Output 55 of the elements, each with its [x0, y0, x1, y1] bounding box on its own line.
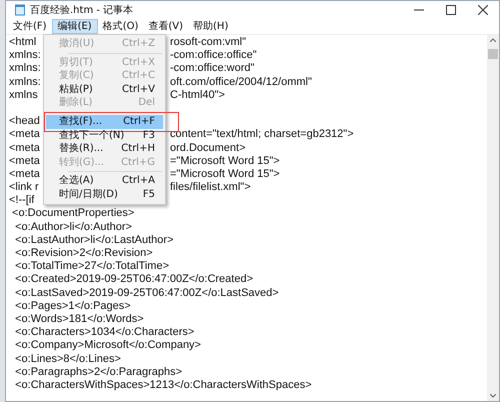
menu-item[interactable]: 帮助(H) [188, 19, 234, 34]
window-title: 百度经验.htm - 记事本 [30, 4, 134, 17]
code-text: <o:Words>181</o:Words> [14, 312, 144, 325]
code-text: <head [9, 115, 40, 128]
scroll-up-icon[interactable] [490, 38, 496, 42]
code-text: <meta [9, 142, 40, 154]
menu-item[interactable]: 编辑(E) [52, 19, 98, 34]
code-text: <meta [9, 168, 40, 180]
menu-item[interactable]: 替换(R)... Ctrl+H [46, 142, 163, 156]
code-text: C-html40"> [170, 88, 225, 102]
code-text: <link r [9, 181, 39, 194]
code-text: -com:office:office" [170, 49, 257, 62]
code-text: <o:Author>li</o:Author> [14, 220, 132, 233]
code-text: <o:DocumentProperties> [11, 207, 134, 220]
code-text: <o:TotalTime>27</o:TotalTime> [14, 260, 169, 272]
code-text: rosoft-com:vml" [170, 36, 246, 50]
scrollbar[interactable] [487, 35, 499, 401]
code-text: <o:CharactersWithSpaces>1213</o:CharactersWithSpaces> [14, 378, 312, 391]
menu-item[interactable]: 全选(A) Ctrl+A [46, 174, 163, 188]
code-text: files/filelist.xml"> [170, 181, 251, 194]
code-text: <meta [9, 154, 40, 167]
code-text: <o:Lines>8</o:Lines> [14, 352, 121, 364]
code-text: ="Microsoft Word 15"> [170, 154, 280, 168]
code-text: <o:Company>Microsoft</o:Company> [14, 339, 201, 352]
menu-item[interactable]: 时间/日期(D) F5 [46, 188, 163, 202]
code-text: xmlns [9, 88, 38, 101]
code-text: xmlns: [9, 62, 41, 74]
code-text: xmlns: [9, 76, 41, 88]
code-text: ="Microsoft Word 15"> [170, 168, 280, 182]
close-icon [478, 5, 488, 15]
code-text: <html [9, 36, 36, 48]
menu-item[interactable]: 格式(O) [98, 19, 144, 34]
menu-item[interactable]: 文件(F) [8, 19, 52, 34]
code-text: <o:Characters>1034</o:Characters> [14, 326, 194, 338]
code-text: ord.Document> [170, 142, 246, 155]
code-text: content="text/html; charset=gb2312"> [170, 128, 354, 142]
code-text: <o:Revision>2</o:Revision> [14, 247, 153, 259]
menu-item[interactable]: 查看(V) [143, 19, 188, 34]
code-text: <o:Paragraphs>2</o:Paragraphs> [14, 366, 182, 378]
code-text: <!--[if [9, 194, 34, 206]
code-text: <o:LastAuthor>li</o:LastAuthor> [14, 234, 174, 246]
code-text: oft.com/office/2004/12/omml" [170, 76, 312, 89]
scroll-thumb[interactable] [488, 49, 498, 59]
maximize-icon [446, 5, 456, 15]
code-text: <o:Created>2019-09-25T06:47:00Z</o:Created> [14, 273, 254, 286]
notepad-icon [14, 4, 26, 16]
code-text: <meta [9, 128, 40, 140]
menu-item[interactable]: 查找(F)... Ctrl+F [46, 114, 163, 129]
scroll-down-icon[interactable] [490, 394, 496, 398]
menu-item[interactable]: 查找下一个(N) F3 [46, 128, 163, 142]
code-text: -com:office:word" [170, 62, 254, 76]
code-text: xmlns: [9, 49, 41, 62]
code-text: <o:LastSaved>2019-09-25T06:47:00Z</o:LastSaved> [14, 286, 279, 299]
menu-item[interactable]: 粘贴(P) Ctrl+V [46, 82, 163, 96]
code-text: <o:Pages>1</o:Pages> [14, 300, 131, 312]
